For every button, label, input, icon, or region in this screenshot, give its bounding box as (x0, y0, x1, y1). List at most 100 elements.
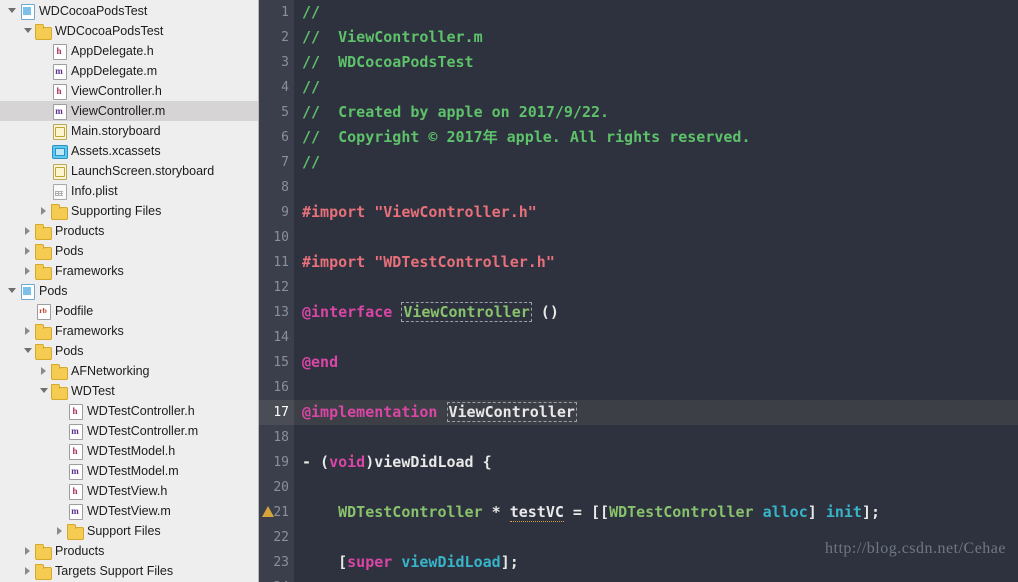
nav-item-wdtestview-m[interactable]: WDTestView.m (0, 501, 258, 521)
code-text[interactable]: // (294, 0, 1018, 25)
nav-item-launchscreen-storyboard[interactable]: LaunchScreen.storyboard (0, 161, 258, 181)
code-text[interactable] (294, 275, 1018, 300)
nav-item-wdcocoapodstest[interactable]: WDCocoaPodsTest (0, 1, 258, 21)
code-line[interactable]: 18 (259, 425, 1018, 450)
code-text[interactable]: WDTestController * testVC = [[WDTestCont… (294, 500, 1018, 525)
chevron-right-icon[interactable] (22, 561, 35, 581)
code-text[interactable]: [super viewDidLoad]; (294, 550, 1018, 575)
code-line[interactable]: 5 // Created by apple on 2017/9/22. (259, 100, 1018, 125)
code-line[interactable]: 11 #import "WDTestController.h" (259, 250, 1018, 275)
code-text[interactable]: // (294, 150, 1018, 175)
line-number[interactable]: 11 (259, 250, 294, 275)
nav-item-wdtestmodel-m[interactable]: WDTestModel.m (0, 461, 258, 481)
chevron-right-icon[interactable] (38, 201, 51, 221)
line-number[interactable]: 20 (259, 475, 294, 500)
source-editor[interactable]: 1 // 2 // ViewController.m 3 // WDCocoaPodsTe… (259, 0, 1018, 582)
line-number[interactable]: 9 (259, 200, 294, 225)
nav-item-support-files[interactable]: Support Files (0, 521, 258, 541)
code-text[interactable]: // Copyright © 2017年 apple. All rights r… (294, 125, 1018, 150)
nav-item-pods[interactable]: Pods (0, 241, 258, 261)
line-number[interactable]: 5 (259, 100, 294, 125)
chevron-down-icon[interactable] (22, 21, 35, 41)
code-text[interactable] (294, 575, 1018, 582)
chevron-down-icon[interactable] (6, 281, 19, 301)
line-number[interactable]: 21 (259, 500, 294, 525)
code-line[interactable]: 7 // (259, 150, 1018, 175)
project-navigator[interactable]: WDCocoaPodsTest WDCocoaPodsTest AppDelegat… (0, 0, 259, 582)
code-text[interactable]: #import "WDTestController.h" (294, 250, 1018, 275)
nav-item-podfile[interactable]: Podfile (0, 301, 258, 321)
nav-item-wdtestcontroller-h[interactable]: WDTestController.h (0, 401, 258, 421)
code-line[interactable]: 21 WDTestController * testVC = [[WDTestC… (259, 500, 1018, 525)
code-text[interactable]: // ViewController.m (294, 25, 1018, 50)
code-line[interactable]: 19- (void)viewDidLoad { (259, 450, 1018, 475)
nav-item-frameworks[interactable]: Frameworks (0, 321, 258, 341)
code-line[interactable]: 6 // Copyright © 2017年 apple. All rights … (259, 125, 1018, 150)
code-text[interactable]: // Created by apple on 2017/9/22. (294, 100, 1018, 125)
code-line[interactable]: 22 (259, 525, 1018, 550)
code-line[interactable]: 20 (259, 475, 1018, 500)
line-number[interactable]: 15 (259, 350, 294, 375)
code-line[interactable]: 14 (259, 325, 1018, 350)
chevron-down-icon[interactable] (22, 341, 35, 361)
line-number[interactable]: 19 (259, 450, 294, 475)
line-number[interactable]: 4 (259, 75, 294, 100)
nav-item-products[interactable]: Products (0, 221, 258, 241)
chevron-right-icon[interactable] (22, 541, 35, 561)
code-line[interactable]: 1 // (259, 0, 1018, 25)
code-text[interactable]: @end (294, 350, 1018, 375)
line-number[interactable]: 6 (259, 125, 294, 150)
chevron-down-icon[interactable] (38, 381, 51, 401)
code-line[interactable]: 2 // ViewController.m (259, 25, 1018, 50)
code-line[interactable]: 10 (259, 225, 1018, 250)
chevron-right-icon[interactable] (22, 321, 35, 341)
line-number[interactable]: 7 (259, 150, 294, 175)
code-text[interactable] (294, 525, 1018, 550)
nav-item-assets-xcassets[interactable]: Assets.xcassets (0, 141, 258, 161)
nav-item-main-storyboard[interactable]: Main.storyboard (0, 121, 258, 141)
code-text[interactable] (294, 375, 1018, 400)
chevron-right-icon[interactable] (54, 521, 67, 541)
code-text[interactable]: @implementation ViewController (294, 400, 1018, 425)
line-number[interactable]: 14 (259, 325, 294, 350)
chevron-down-icon[interactable] (6, 1, 19, 21)
warning-icon[interactable] (262, 506, 274, 517)
code-line[interactable]: 24 (259, 575, 1018, 582)
nav-item-products[interactable]: Products (0, 541, 258, 561)
line-number[interactable]: 16 (259, 375, 294, 400)
code-line[interactable]: 12 (259, 275, 1018, 300)
code-text[interactable]: #import "ViewController.h" (294, 200, 1018, 225)
nav-item-wdtestcontroller-m[interactable]: WDTestController.m (0, 421, 258, 441)
nav-item-appdelegate-m[interactable]: AppDelegate.m (0, 61, 258, 81)
code-text[interactable] (294, 225, 1018, 250)
code-area[interactable]: 1 // 2 // ViewController.m 3 // WDCocoaPodsTe… (259, 0, 1018, 582)
line-number[interactable]: 3 (259, 50, 294, 75)
line-number[interactable]: 8 (259, 175, 294, 200)
nav-item-viewcontroller-m[interactable]: ViewController.m (0, 101, 258, 121)
code-line[interactable]: 17 @implementation ViewController (259, 400, 1018, 425)
nav-item-viewcontroller-h[interactable]: ViewController.h (0, 81, 258, 101)
line-number[interactable]: 23 (259, 550, 294, 575)
line-number[interactable]: 24 (259, 575, 294, 582)
nav-item-afnetworking[interactable]: AFNetworking (0, 361, 258, 381)
code-text[interactable]: @interface ViewController () (294, 300, 1018, 325)
chevron-right-icon[interactable] (22, 241, 35, 261)
nav-item-wdcocoapodstest[interactable]: WDCocoaPodsTest (0, 21, 258, 41)
chevron-right-icon[interactable] (22, 221, 35, 241)
line-number[interactable]: 12 (259, 275, 294, 300)
code-text[interactable] (294, 175, 1018, 200)
code-text[interactable]: - (void)viewDidLoad { (294, 450, 1018, 475)
code-line[interactable]: 15 @end (259, 350, 1018, 375)
code-line[interactable]: 13 @interface ViewController () (259, 300, 1018, 325)
line-number[interactable]: 17 (259, 400, 294, 425)
nav-item-targets-support-files[interactable]: Targets Support Files (0, 561, 258, 581)
code-text[interactable] (294, 475, 1018, 500)
line-number[interactable]: 13 (259, 300, 294, 325)
code-text[interactable]: // WDCocoaPodsTest (294, 50, 1018, 75)
chevron-right-icon[interactable] (38, 361, 51, 381)
code-line[interactable]: 9 #import "ViewController.h" (259, 200, 1018, 225)
line-number[interactable]: 18 (259, 425, 294, 450)
code-text[interactable] (294, 425, 1018, 450)
nav-item-wdtestview-h[interactable]: WDTestView.h (0, 481, 258, 501)
chevron-right-icon[interactable] (22, 261, 35, 281)
